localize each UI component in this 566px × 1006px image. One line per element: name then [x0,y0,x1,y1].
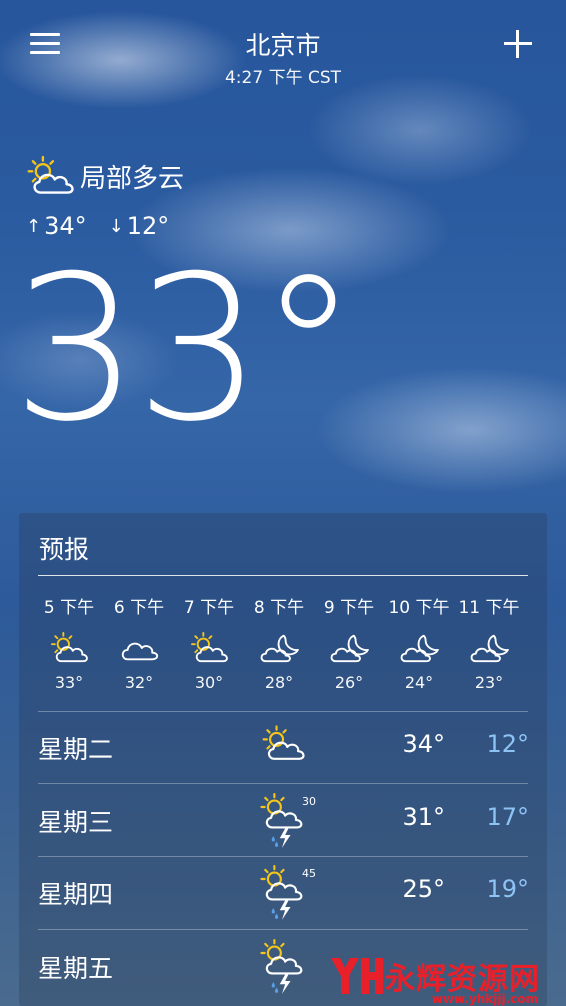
hourly-item: 8 下午 28° [244,593,314,692]
city-name[interactable]: 北京市 [0,26,566,62]
night-cloudy-icon [330,634,369,663]
divider [38,783,528,784]
hour-label: 11 下午 [458,598,520,618]
hour-temp: 26° [334,673,364,692]
thunderstorm-icon [260,939,303,995]
forecast-title: 预报 [39,535,90,564]
partly-cloudy-icon [191,631,228,663]
add-city-icon[interactable] [504,30,532,58]
hour-temp: 32° [124,673,154,692]
day-high: 25° [402,875,445,903]
divider [38,575,528,576]
hour-temp: 30° [194,673,224,692]
hour-label: 5 下午 [43,598,95,618]
day-low: 17° [486,803,529,831]
top-bar: 北京市 4:27 下午 CST [0,0,566,90]
hourly-item: 5 下午 33° [34,593,104,692]
daily-row[interactable]: 星期四 45 25° 19° [19,857,547,929]
precip-chance: 45 [302,867,316,880]
night-cloudy-icon [470,634,509,663]
cloudy-icon [121,642,159,661]
hour-temp: 24° [404,673,434,692]
current-condition: 局部多云 [24,154,184,198]
hourly-forecast[interactable]: 5 下午 33° 6 下午 32° 7 下午 30° 8 下午 28° 9 下午… [34,593,534,692]
condition-text: 局部多云 [80,163,185,194]
forecast-panel: 预报 5 下午 33° 6 下午 32° 7 下午 30° 8 下午 28° 9… [19,513,547,1006]
day-low: 12° [486,730,529,758]
daily-row[interactable]: 星期二 34° 12° [19,712,547,784]
day-high: 34° [402,730,445,758]
hourly-item: 10 下午 24° [384,593,454,692]
watermark-logo-icon [331,958,383,994]
partly-cloudy-icon [262,725,305,760]
local-time: 4:27 下午 CST [224,68,342,88]
hour-label: 6 下午 [113,598,165,618]
hourly-item: 7 下午 30° [174,593,244,692]
night-cloudy-icon [400,634,439,663]
day-name: 星期五 [38,954,114,983]
current-temperature: 33° [12,233,358,466]
partly-cloudy-icon [27,155,74,194]
day-name: 星期二 [38,735,114,764]
hourly-item: 9 下午 26° [314,593,384,692]
day-name: 星期四 [38,880,114,909]
hour-temp: 23° [474,673,504,692]
hour-temp: 33° [54,673,84,692]
watermark-url: www.yhkjjj.com [431,992,538,1006]
day-low: 19° [486,875,529,903]
hourly-item: 11 下午 23° [454,593,524,692]
divider [38,929,528,930]
hour-label: 8 下午 [253,598,305,618]
partly-cloudy-icon [51,631,88,663]
hour-temp: 28° [264,673,294,692]
daily-row[interactable]: 星期三 30 31° 17° [19,785,547,857]
night-cloudy-icon [260,634,299,663]
hour-label: 7 下午 [183,598,235,618]
day-high: 31° [402,803,445,831]
hour-label: 10 下午 [388,598,450,618]
precip-chance: 30 [302,795,316,808]
hour-label: 9 下午 [323,598,375,618]
hourly-item: 6 下午 32° [104,593,174,692]
day-name: 星期三 [38,808,114,837]
